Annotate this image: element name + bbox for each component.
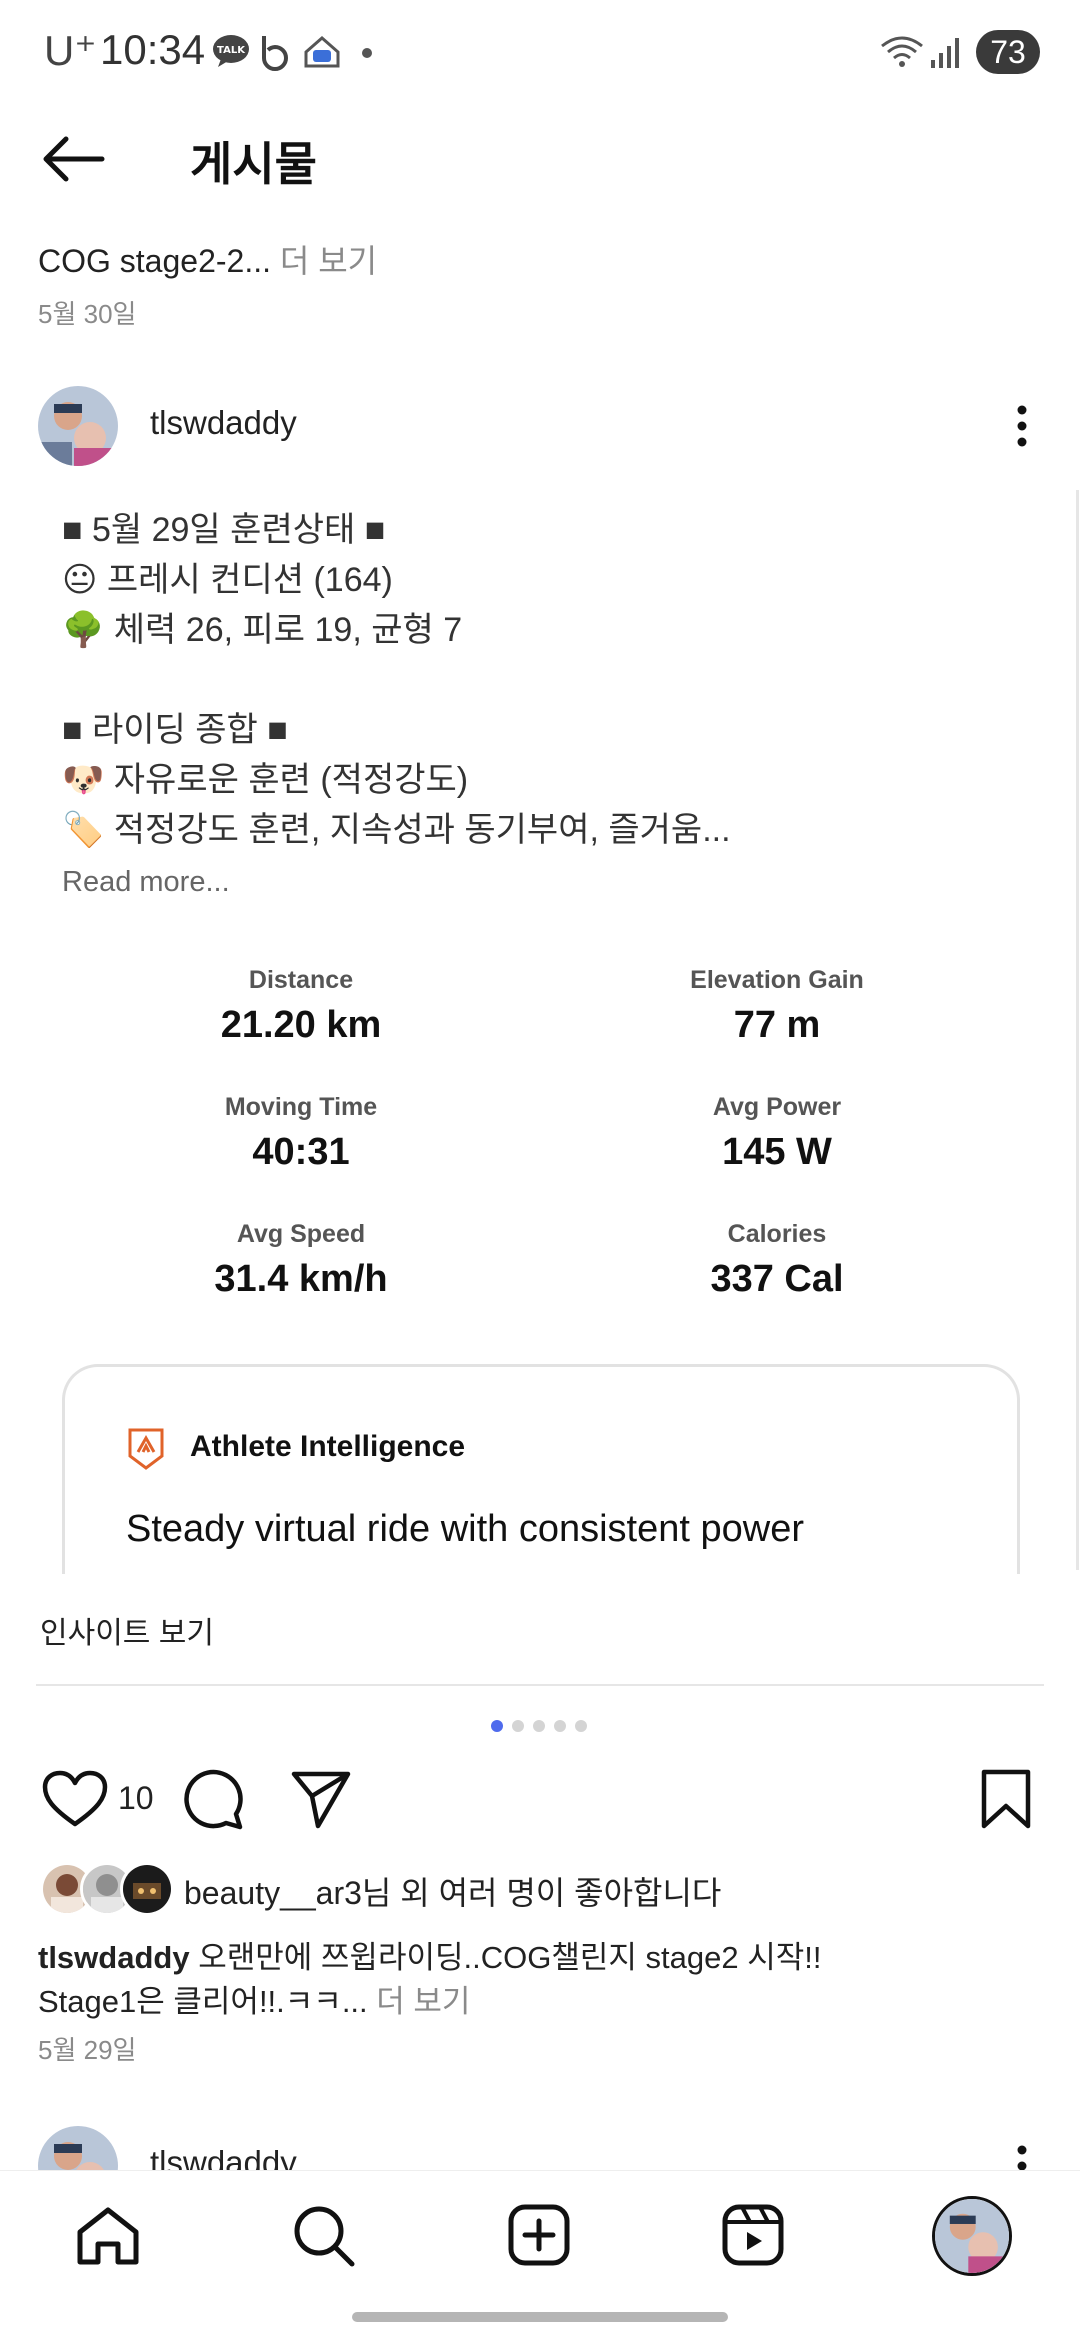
reels-icon[interactable] [722, 2204, 784, 2266]
stat-value-avg-speed: 31.4 km/h [214, 1258, 388, 1300]
stat-value-moving-time: 40:31 [252, 1131, 350, 1173]
post-text-line: 😐 프레시 컨디션 (164) [62, 561, 393, 599]
stat-value-calories: 337 Cal [710, 1258, 844, 1300]
post-text-line: 🏷️ 적정강도 훈련, 지속성과 동기부여, 즐거움... [62, 811, 731, 849]
home-app-icon [302, 34, 342, 70]
athlete-intelligence-icon [126, 1426, 166, 1470]
athlete-intelligence-title: Athlete Intelligence [190, 1430, 466, 1463]
carousel-dot-active [491, 1720, 503, 1732]
status-bar: U⁺ 10:34 TALK 73 [0, 0, 1080, 104]
caption-text: 오랜만에 쯔윕라이딩..COG챌린지 stage2 시작!! [189, 1940, 822, 1975]
athlete-intelligence-text: Steady virtual ride with consistent powe… [126, 1508, 804, 1550]
stat-value-elevation-gain: 77 m [733, 1004, 821, 1046]
read-more-link[interactable]: Read more... [62, 866, 230, 899]
post-text-line: ■ 5월 29일 훈련상태 ■ [62, 511, 386, 549]
stat-label-distance: Distance [248, 966, 354, 994]
profile-avatar[interactable] [932, 2196, 1012, 2276]
like-count[interactable]: 10 [118, 1780, 154, 1817]
previous-caption-text: COG stage2-2... [38, 243, 271, 279]
carousel-dot [533, 1720, 545, 1732]
liked-by-text[interactable]: beauty__ar3님 외 여러 명이 좋아합니다 [184, 1868, 721, 1914]
bookmark-icon[interactable] [980, 1768, 1032, 1830]
page-title: 게시물 [190, 138, 317, 190]
share-icon[interactable] [290, 1768, 352, 1830]
post-username[interactable]: tlswdaddy [150, 404, 297, 442]
stat-label-calories: Calories [727, 1220, 827, 1248]
liker-avatar [120, 1862, 174, 1916]
status-time: 10:34 [100, 26, 206, 73]
carousel-dot [554, 1720, 566, 1732]
post-caption: tlswdaddy 오랜만에 쯔윕라이딩..COG챌린지 stage2 시작!! [38, 1932, 821, 1977]
stat-label-moving-time: Moving Time [224, 1093, 378, 1121]
carousel-dot [512, 1720, 524, 1732]
athlete-intelligence-card[interactable] [62, 1364, 1020, 1587]
svg-text:TALK: TALK [217, 45, 246, 56]
carrier-label: U⁺ [44, 27, 97, 74]
wifi-icon [880, 34, 924, 70]
stat-value-avg-power: 145 W [722, 1131, 832, 1173]
carousel-dot [575, 1720, 587, 1732]
create-icon[interactable] [508, 2204, 570, 2266]
view-insights-link[interactable]: 인사이트 보기 [40, 1608, 214, 1652]
more-link[interactable]: 더 보기 [271, 243, 377, 279]
caption-username[interactable]: tlswdaddy [38, 1940, 190, 1975]
heart-icon[interactable] [42, 1770, 108, 1828]
stat-label-elevation-gain: Elevation Gain [690, 966, 864, 994]
comment-icon[interactable] [182, 1768, 244, 1830]
post-date: 5월 29일 [38, 2035, 137, 2065]
post-text-line: 🌳 체력 26, 피로 19, 균형 7 [62, 611, 463, 649]
stat-label-avg-speed: Avg Speed [236, 1220, 366, 1248]
post-text-line: 🐶 자유로운 훈련 (적정강도) [62, 761, 469, 799]
back-arrow-icon[interactable] [40, 134, 106, 184]
post-text-line: ■ 라이딩 종합 ■ [62, 711, 288, 749]
previous-post-date: 5월 30일 [38, 299, 137, 329]
notification-dot [362, 48, 372, 58]
previous-post-caption[interactable]: COG stage2-2... 더 보기 [38, 236, 377, 282]
caption-text: Stage1은 클리어!!.ㅋㅋ... [38, 1984, 368, 2019]
divider [36, 1684, 1044, 1686]
scrollbar[interactable] [1076, 490, 1079, 1570]
stat-value-distance: 21.20 km [220, 1004, 382, 1046]
signal-icon [930, 34, 960, 70]
battery-indicator: 73 [976, 30, 1040, 74]
b-app-icon [258, 34, 292, 72]
talk-icon: TALK [212, 34, 250, 68]
gesture-home-indicator[interactable] [352, 2312, 728, 2322]
post-caption-line2: Stage1은 클리어!!.ㅋㅋ... 더 보기 [38, 1976, 470, 2021]
avatar[interactable] [38, 386, 118, 466]
home-icon[interactable] [76, 2206, 140, 2266]
more-options-icon[interactable] [1014, 404, 1030, 448]
search-icon[interactable] [292, 2204, 356, 2268]
more-link[interactable]: 더 보기 [368, 1984, 470, 2019]
stat-label-avg-power: Avg Power [712, 1093, 842, 1121]
